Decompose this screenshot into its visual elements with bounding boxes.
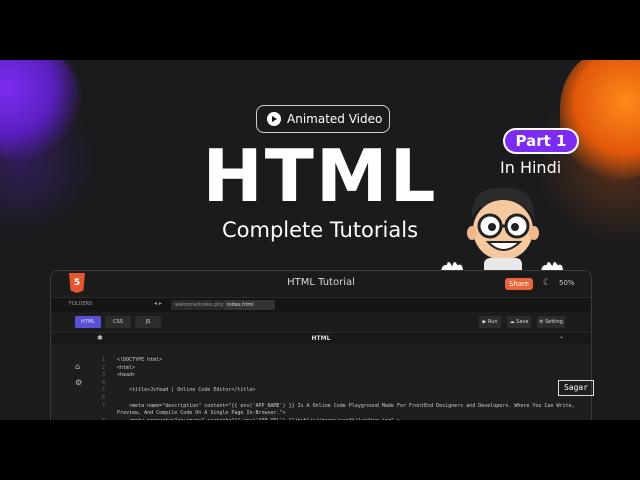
play-icon: [267, 112, 281, 126]
animated-video-badge: Animated Video: [256, 105, 390, 133]
code-text: <!DOCTYPE html>: [117, 357, 163, 363]
line-number: 2: [101, 364, 105, 371]
code-text: Preview, And Compile Code On A Single Pa…: [117, 410, 286, 417]
part-badge: Part 1: [503, 128, 579, 154]
code-text: <head>: [117, 372, 136, 379]
lang-tab-html[interactable]: HTML: [75, 316, 101, 328]
line-number: 5: [101, 387, 105, 394]
language-label: In Hindi: [500, 158, 562, 177]
code-text: <title>Jsfead | Online Code Editor</titl…: [117, 387, 256, 394]
code-line[interactable]: 8 <meta property="og:image" content="{{ …: [91, 418, 571, 420]
panel-title: HTML: [311, 335, 331, 342]
badge-label: Animated Video: [287, 112, 383, 126]
theme-toggle-icon[interactable]: ☾: [543, 278, 551, 288]
editor-titlebar: 5 HTML Tutorial Share ☾ 50%: [51, 271, 591, 297]
line-number: 6: [101, 394, 105, 401]
code-editor-window: 5 HTML Tutorial Share ☾ 50% FOLDERS ◂ ▸ …: [50, 270, 592, 420]
tab-nav-arrows-icon[interactable]: ◂ ▸: [154, 300, 162, 307]
home-icon[interactable]: ⌂: [75, 359, 82, 375]
line-number: 1: [101, 357, 105, 363]
code-line[interactable]: Preview, And Compile Code On A Single Pa…: [91, 410, 571, 418]
line-number: [91, 410, 105, 418]
thumbnail-canvas: Animated Video HTML Complete Tutorials P…: [0, 60, 640, 420]
tab-index-html[interactable]: index.html: [223, 300, 275, 310]
file-tabs-bar: FOLDERS ◂ ▸ welcome/index.php index.html: [51, 297, 591, 312]
line-number: 4: [101, 379, 105, 386]
code-line[interactable]: 3 <head>: [91, 372, 571, 380]
html-panel-header: ✱ HTML ⌄: [51, 332, 591, 344]
code-line[interactable]: 4: [91, 380, 571, 388]
save-button[interactable]: ☁ Save: [507, 316, 531, 328]
tab-welcome[interactable]: welcome/index.php: [171, 300, 224, 310]
line-number: 7: [101, 402, 105, 409]
share-button[interactable]: Share: [505, 278, 533, 290]
code-line[interactable]: 1 <!DOCTYPE html>: [91, 357, 571, 365]
code-text: <meta name="description" content="{{ env…: [117, 402, 575, 409]
lang-tab-js[interactable]: JS: [135, 316, 161, 328]
code-text: <html>: [117, 364, 136, 371]
lang-tab-css[interactable]: CSS: [105, 316, 131, 328]
line-number: 3: [101, 372, 105, 379]
code-line[interactable]: 7 <meta name="description" content="{{ e…: [91, 402, 575, 411]
run-button[interactable]: ▶ Run: [479, 316, 501, 328]
watermark-logo: Sagar: [558, 380, 594, 396]
code-text: <meta property="og:image" content="{{ en…: [117, 418, 400, 420]
settings-button[interactable]: ⚙ Setting: [537, 316, 565, 328]
chevron-down-icon[interactable]: ⌄: [559, 333, 564, 340]
editor-toolbar: HTML CSS JS ▶ Run ☁ Save ⚙ Setting: [51, 312, 591, 332]
code-area[interactable]: 1 <!DOCTYPE html> 2 <html> 3 <head> 4 5 <title>…: [91, 357, 575, 420]
code-line[interactable]: 2 <html>: [91, 365, 571, 373]
line-number: 8: [91, 418, 105, 420]
editor-side-icons: ⌂ ⚙: [75, 359, 82, 391]
zoom-level[interactable]: 50%: [559, 279, 575, 287]
folders-label: FOLDERS: [69, 301, 93, 307]
settings-gear-icon[interactable]: ⚙: [75, 375, 82, 391]
code-line[interactable]: 5 <title>Jsfead | Online Code Editor</ti…: [91, 387, 571, 395]
code-line[interactable]: 6: [91, 395, 571, 403]
